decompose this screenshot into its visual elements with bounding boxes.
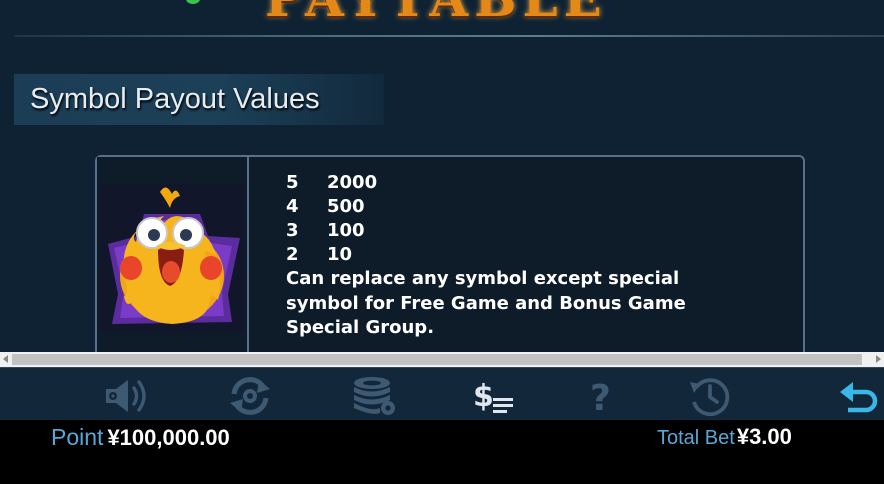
total-bet-value: ¥3.00 bbox=[736, 424, 792, 449]
total-bet-label: Total Bet bbox=[657, 427, 735, 449]
back-button[interactable] bbox=[834, 376, 882, 416]
paytable-panel: PAYTABLE Symbol Payout Values bbox=[0, 0, 884, 352]
payout-value: 500 bbox=[327, 196, 365, 217]
payout-count: 4 bbox=[286, 196, 299, 217]
chick-symbol-icon bbox=[100, 184, 244, 332]
sound-button[interactable] bbox=[103, 376, 151, 416]
symbol-description: Can replace any symbol except special sy… bbox=[286, 268, 686, 338]
back-icon bbox=[840, 382, 878, 413]
point-value: ¥100,000.00 bbox=[107, 425, 230, 450]
svg-text:?: ? bbox=[590, 378, 611, 416]
payout-row: 2 10 bbox=[286, 243, 736, 267]
autoplay-button[interactable] bbox=[226, 376, 274, 416]
payout-row: 4 500 bbox=[286, 195, 736, 219]
scroll-left-arrow-icon[interactable] bbox=[3, 355, 8, 363]
speaker-icon bbox=[106, 380, 146, 412]
autoplay-icon bbox=[230, 377, 270, 415]
payout-list: 5 2000 4 500 3 100 2 10 Can replace any … bbox=[286, 171, 736, 341]
payout-count: 3 bbox=[286, 220, 299, 241]
horizontal-scrollbar[interactable] bbox=[0, 352, 884, 367]
bottom-toolbar: $ ? bbox=[0, 367, 884, 420]
scrollbar-thumb[interactable] bbox=[12, 354, 862, 365]
page-title: PAYTABLE bbox=[265, 0, 608, 24]
payout-row: 5 2000 bbox=[286, 171, 736, 195]
point-display: Point ¥100,000.00 bbox=[51, 424, 230, 451]
payout-value: 2000 bbox=[327, 172, 378, 193]
title-divider bbox=[14, 35, 884, 37]
total-bet-display: Total Bet ¥3.00 bbox=[657, 424, 792, 450]
help-button[interactable]: ? bbox=[578, 376, 626, 416]
symbol-payout-card: 5 2000 4 500 3 100 2 10 Can replace any … bbox=[95, 155, 805, 352]
history-button[interactable] bbox=[686, 376, 734, 416]
coins-settings-icon bbox=[354, 377, 395, 415]
section-title: Symbol Payout Values bbox=[30, 83, 320, 115]
svg-text:$: $ bbox=[473, 379, 494, 414]
bet-settings-button[interactable] bbox=[350, 376, 398, 416]
help-icon: ? bbox=[590, 378, 611, 416]
payout-row: 3 100 bbox=[286, 219, 736, 243]
history-icon bbox=[690, 378, 730, 416]
paytable-button[interactable]: $ bbox=[473, 376, 521, 416]
title-ornament bbox=[186, 0, 200, 4]
scroll-right-arrow-icon[interactable] bbox=[876, 355, 881, 363]
payout-value: 100 bbox=[327, 220, 365, 241]
section-banner: Symbol Payout Values bbox=[14, 74, 384, 125]
payout-count: 5 bbox=[286, 172, 299, 193]
payout-count: 2 bbox=[286, 244, 299, 265]
payout-value: 10 bbox=[327, 244, 353, 265]
status-bar: Point ¥100,000.00 Total Bet ¥3.00 bbox=[0, 420, 884, 484]
symbol-icon-cell bbox=[97, 157, 249, 352]
paytable-icon: $ bbox=[473, 379, 513, 414]
point-label: Point bbox=[51, 424, 104, 450]
